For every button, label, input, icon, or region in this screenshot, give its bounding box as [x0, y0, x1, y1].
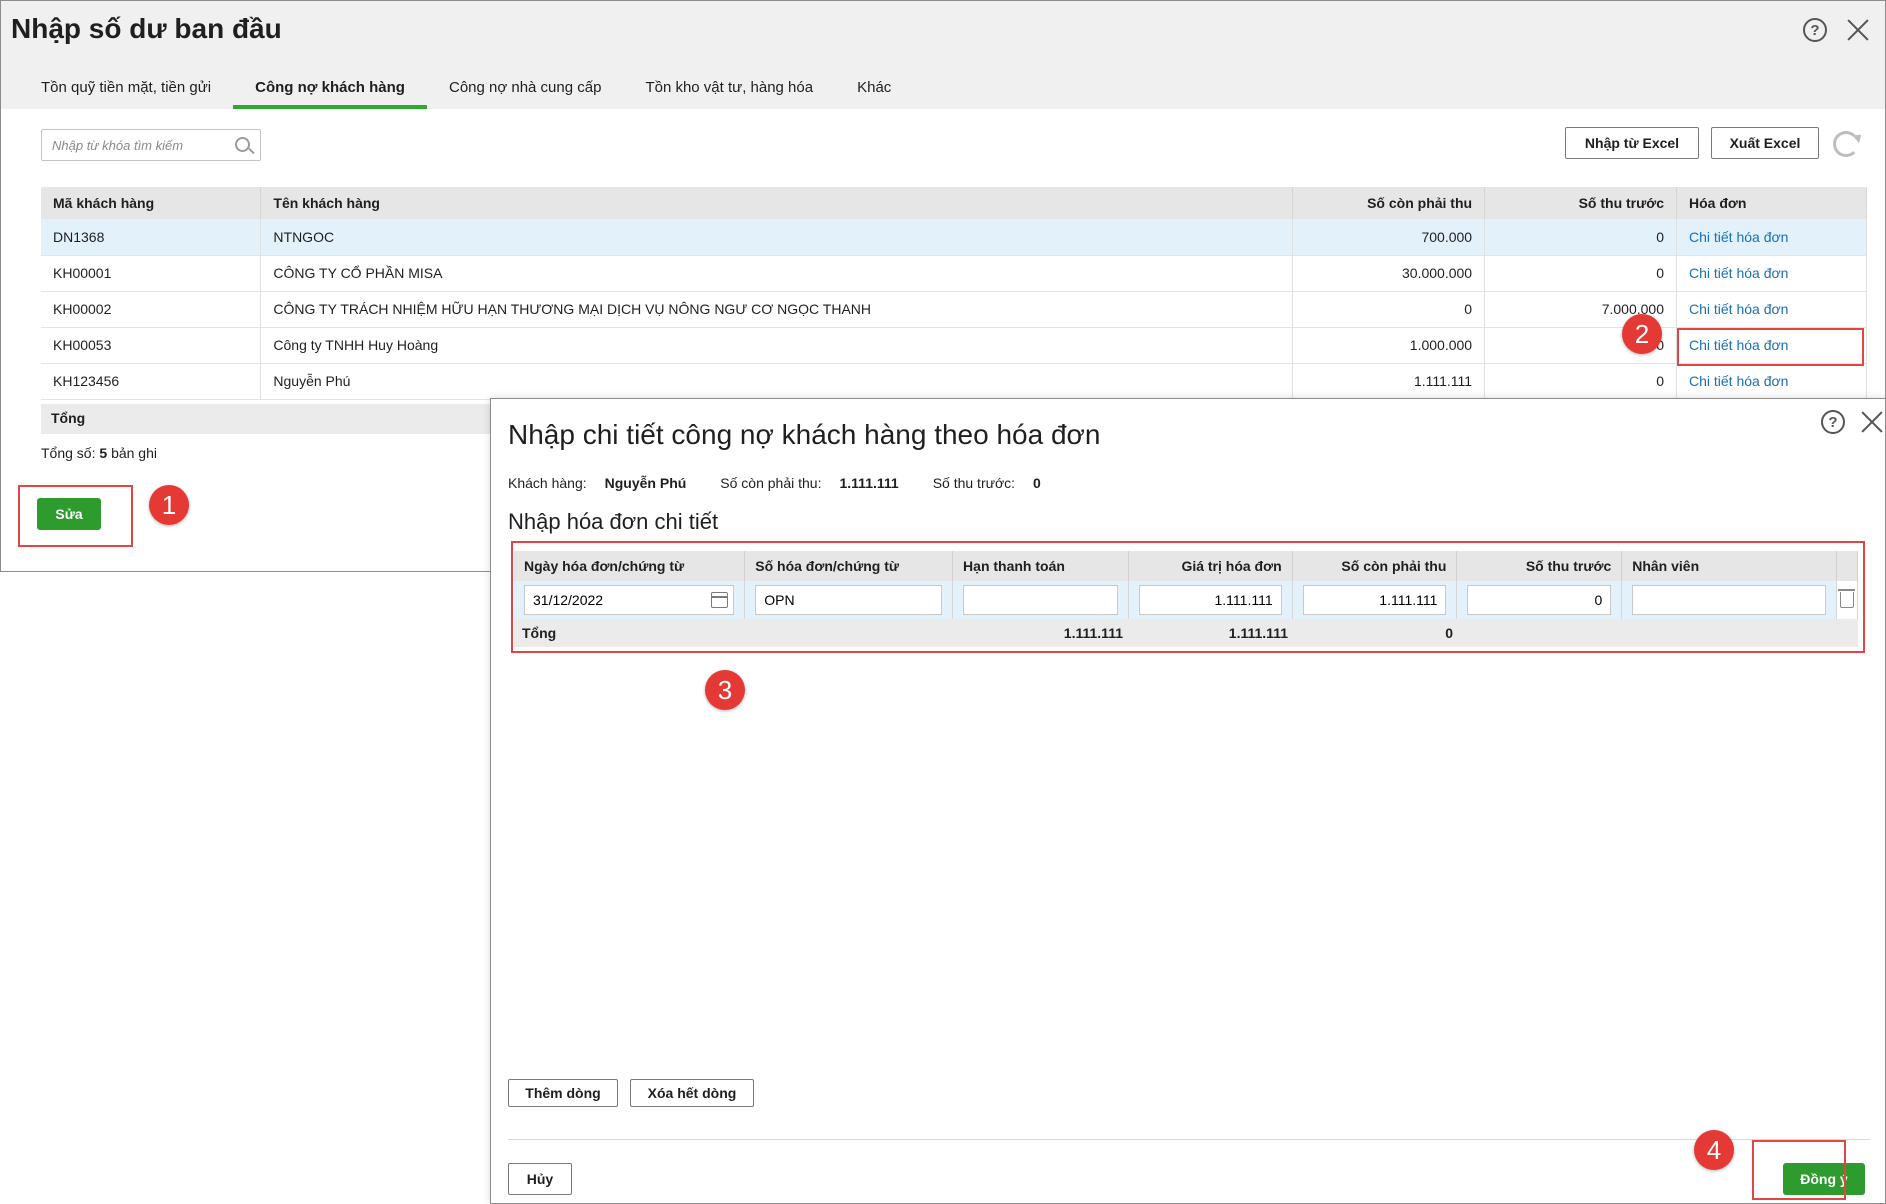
dialog-subtitle: Nhập hóa đơn chi tiết: [508, 509, 719, 534]
receivable-value: 1.111.111: [839, 475, 899, 491]
table-row[interactable]: KH00001 CÔNG TY CỔ PHẦN MISA 30.000.000 …: [41, 255, 1867, 292]
cell-code: KH00002: [41, 291, 262, 328]
cell-receivable: 0: [1292, 291, 1486, 328]
cell-name: NTNGOC: [260, 219, 1294, 256]
annotation-box-1: [18, 485, 133, 547]
help-icon[interactable]: ?: [1803, 18, 1827, 42]
tab-customer-debt[interactable]: Công nợ khách hàng: [233, 71, 427, 109]
cell-name: Công ty TNHH Huy Hoàng: [260, 327, 1294, 364]
search-icon[interactable]: [235, 137, 250, 152]
record-count-suffix: bản ghi: [111, 445, 157, 461]
invoice-detail-link[interactable]: Chi tiết hóa đơn: [1676, 291, 1867, 328]
col-receivable[interactable]: Số còn phải thu: [1292, 187, 1486, 219]
tab-inventory[interactable]: Tồn kho vật tư, hàng hóa: [623, 71, 835, 109]
dialog-customer-info: Khách hàng: Nguyễn Phú Số còn phải thu: …: [508, 475, 1075, 491]
dialog-header-icons: ?: [1821, 409, 1885, 435]
header-icons: ?: [1803, 17, 1871, 43]
export-excel-button[interactable]: Xuất Excel: [1711, 127, 1819, 159]
annotation-marker-2: 2: [1622, 314, 1662, 354]
cell-code: KH123456: [41, 363, 262, 400]
annotation-box-3: [511, 541, 1865, 653]
dialog-divider: [508, 1139, 1870, 1140]
close-icon[interactable]: [1845, 17, 1871, 43]
import-excel-button[interactable]: Nhập từ Excel: [1565, 127, 1699, 159]
invoice-detail-link[interactable]: Chi tiết hóa đơn: [1676, 219, 1867, 256]
tab-cash-deposit[interactable]: Tồn quỹ tiền mặt, tiền gửi: [19, 71, 233, 109]
table-row[interactable]: DN1368 NTNGOC 700.000 0 Chi tiết hóa đơn: [41, 219, 1867, 256]
cell-name: CÔNG TY TRÁCH NHIỆM HỮU HẠN THƯƠNG MẠI D…: [260, 291, 1294, 328]
tab-other[interactable]: Khác: [835, 71, 913, 109]
annotation-box-4: [1752, 1140, 1846, 1200]
cell-code: DN1368: [41, 219, 262, 256]
cell-code: KH00053: [41, 327, 262, 364]
cancel-button[interactable]: Hủy: [508, 1163, 572, 1195]
page-title: Nhập số dư ban đầu: [11, 13, 282, 44]
col-customer-name[interactable]: Tên khách hàng: [260, 187, 1294, 219]
cell-prepaid: 0: [1484, 255, 1677, 292]
invoice-detail-link[interactable]: Chi tiết hóa đơn: [1676, 255, 1867, 292]
cell-receivable: 700.000: [1292, 219, 1486, 256]
cell-receivable: 1.000.000: [1292, 327, 1486, 364]
cell-prepaid: 0: [1484, 363, 1677, 400]
table-row[interactable]: KH123456 Nguyễn Phú 1.111.111 0 Chi tiết…: [41, 363, 1867, 400]
annotation-marker-4: 4: [1694, 1130, 1734, 1170]
search-input[interactable]: [42, 130, 232, 160]
receivable-label: Số còn phải thu:: [720, 475, 822, 491]
close-icon[interactable]: [1859, 409, 1885, 435]
col-prepaid[interactable]: Số thu trước: [1484, 187, 1677, 219]
record-count-prefix: Tổng số:: [41, 445, 96, 461]
cell-name: CÔNG TY CỔ PHẦN MISA: [260, 255, 1294, 292]
record-count: Tổng số: 5 bản ghi: [41, 445, 157, 461]
cell-name: Nguyễn Phú: [260, 363, 1294, 400]
cell-prepaid: 0: [1484, 219, 1677, 256]
add-row-button[interactable]: Thêm dòng: [508, 1079, 618, 1107]
cell-code: KH00001: [41, 255, 262, 292]
help-icon[interactable]: ?: [1821, 410, 1845, 434]
customer-label: Khách hàng:: [508, 475, 587, 491]
annotation-marker-3: 3: [705, 670, 745, 710]
search-box: [41, 129, 261, 161]
invoice-detail-link[interactable]: Chi tiết hóa đơn: [1676, 363, 1867, 400]
customer-debt-table: Mã khách hàng Tên khách hàng Số còn phải…: [41, 187, 1867, 400]
col-customer-code[interactable]: Mã khách hàng: [41, 187, 262, 219]
main-header: Nhập số dư ban đầu ? Tồn quỹ tiền mặt, t…: [1, 1, 1885, 109]
prepaid-value: 0: [1033, 475, 1041, 491]
dialog-title: Nhập chi tiết công nợ khách hàng theo hó…: [508, 419, 1101, 450]
record-count-value: 5: [99, 445, 108, 461]
table-row[interactable]: KH00053 Công ty TNHH Huy Hoàng 1.000.000…: [41, 327, 1867, 364]
invoice-detail-dialog: Nhập chi tiết công nợ khách hàng theo hó…: [490, 398, 1886, 1204]
col-invoice[interactable]: Hóa đơn: [1676, 187, 1867, 219]
refresh-icon[interactable]: [1833, 131, 1859, 157]
annotation-box-2: [1677, 328, 1864, 366]
table-row[interactable]: KH00002 CÔNG TY TRÁCH NHIỆM HỮU HẠN THƯƠ…: [41, 291, 1867, 328]
annotation-marker-1: 1: [149, 485, 189, 525]
tab-supplier-debt[interactable]: Công nợ nhà cung cấp: [427, 71, 623, 109]
prepaid-label: Số thu trước:: [932, 475, 1016, 491]
clear-rows-button[interactable]: Xóa hết dòng: [630, 1079, 754, 1107]
customer-value: Nguyễn Phú: [604, 475, 687, 491]
tab-bar: Tồn quỹ tiền mặt, tiền gửi Công nợ khách…: [19, 71, 913, 109]
cell-receivable: 1.111.111: [1292, 363, 1486, 400]
cell-receivable: 30.000.000: [1292, 255, 1486, 292]
